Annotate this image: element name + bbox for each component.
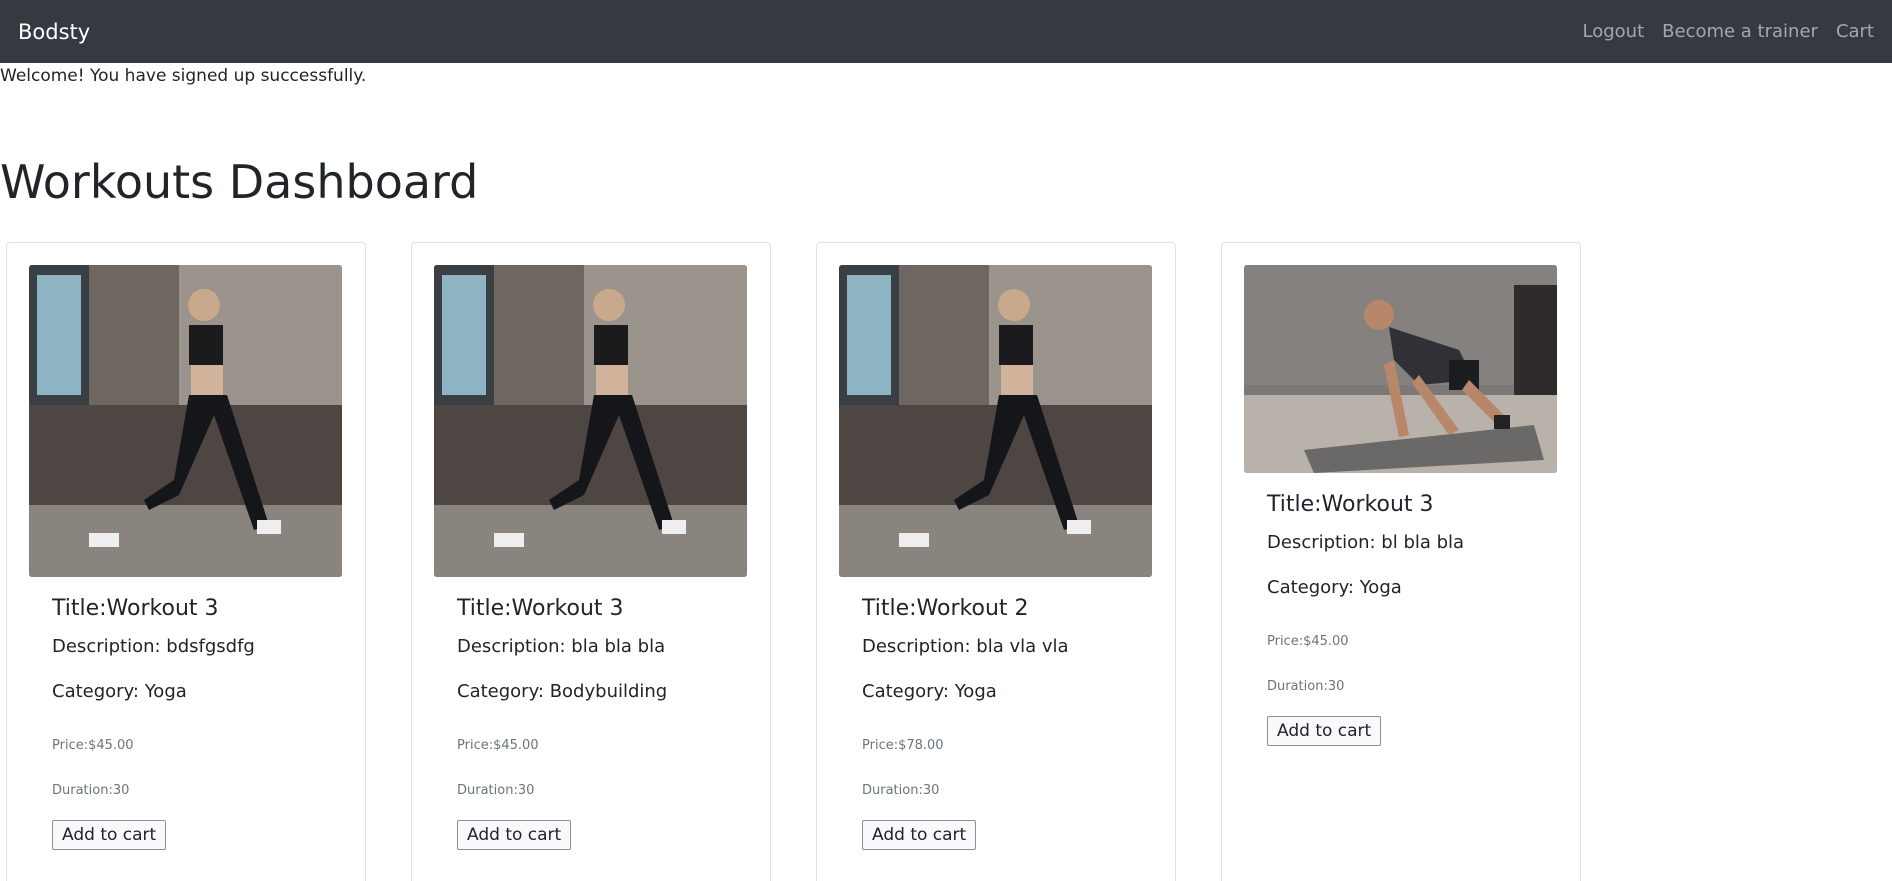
logout-link[interactable]: Logout: [1583, 21, 1645, 42]
workout-duration: Duration:30: [862, 783, 940, 798]
workout-category: Category: Yoga: [1267, 577, 1402, 598]
page-title: Workouts Dashboard: [0, 155, 479, 209]
workout-category: Category: Bodybuilding: [457, 681, 668, 702]
workout-photo: [839, 265, 1152, 577]
workout-price: Price:$45.00: [457, 738, 539, 753]
workout-price: Price:$45.00: [52, 738, 134, 753]
flash-notice: Welcome! You have signed up successfully…: [0, 66, 367, 86]
cart-link[interactable]: Cart: [1836, 21, 1874, 42]
workout-card: Title:Workout 2 Description: bla vla vla…: [816, 242, 1176, 881]
add-to-cart-button[interactable]: Add to cart: [457, 820, 572, 850]
workout-description: Description: bla vla vla: [862, 636, 1069, 657]
workout-duration: Duration:30: [457, 783, 535, 798]
workout-title: Title:Workout 3: [457, 596, 624, 621]
workout-title: Title:Workout 3: [52, 596, 219, 621]
workout-description: Description: bla bla bla: [457, 636, 666, 657]
workout-description: Description: bl bla bla: [1267, 532, 1465, 553]
workout-duration: Duration:30: [52, 783, 130, 798]
workout-description: Description: bdsfgsdfg: [52, 636, 255, 657]
add-to-cart-button[interactable]: Add to cart: [52, 820, 167, 850]
workout-price: Price:$78.00: [862, 738, 944, 753]
workout-category: Category: Yoga: [52, 681, 187, 702]
top-navbar: Bodsty Logout Become a trainer Cart: [0, 0, 1892, 63]
workout-card: Title:Workout 3 Description: bla bla bla…: [411, 242, 771, 881]
workout-title: Title:Workout 3: [1267, 492, 1434, 517]
add-to-cart-button[interactable]: Add to cart: [1267, 716, 1382, 746]
workout-photo: [434, 265, 747, 577]
workout-card: Title:Workout 3 Description: bl bla bla …: [1221, 242, 1581, 881]
workout-title: Title:Workout 2: [862, 596, 1029, 621]
workout-price: Price:$45.00: [1267, 634, 1349, 649]
workout-card: Title:Workout 3 Description: bdsfgsdfg C…: [6, 242, 366, 881]
become-trainer-link[interactable]: Become a trainer: [1662, 21, 1818, 42]
add-to-cart-button[interactable]: Add to cart: [862, 820, 977, 850]
nav-links: Logout Become a trainer Cart: [1583, 21, 1875, 42]
brand-link[interactable]: Bodsty: [18, 20, 90, 44]
workout-category: Category: Yoga: [862, 681, 997, 702]
workout-photo: [29, 265, 342, 577]
workout-duration: Duration:30: [1267, 679, 1345, 694]
workout-photo: [1244, 265, 1557, 473]
